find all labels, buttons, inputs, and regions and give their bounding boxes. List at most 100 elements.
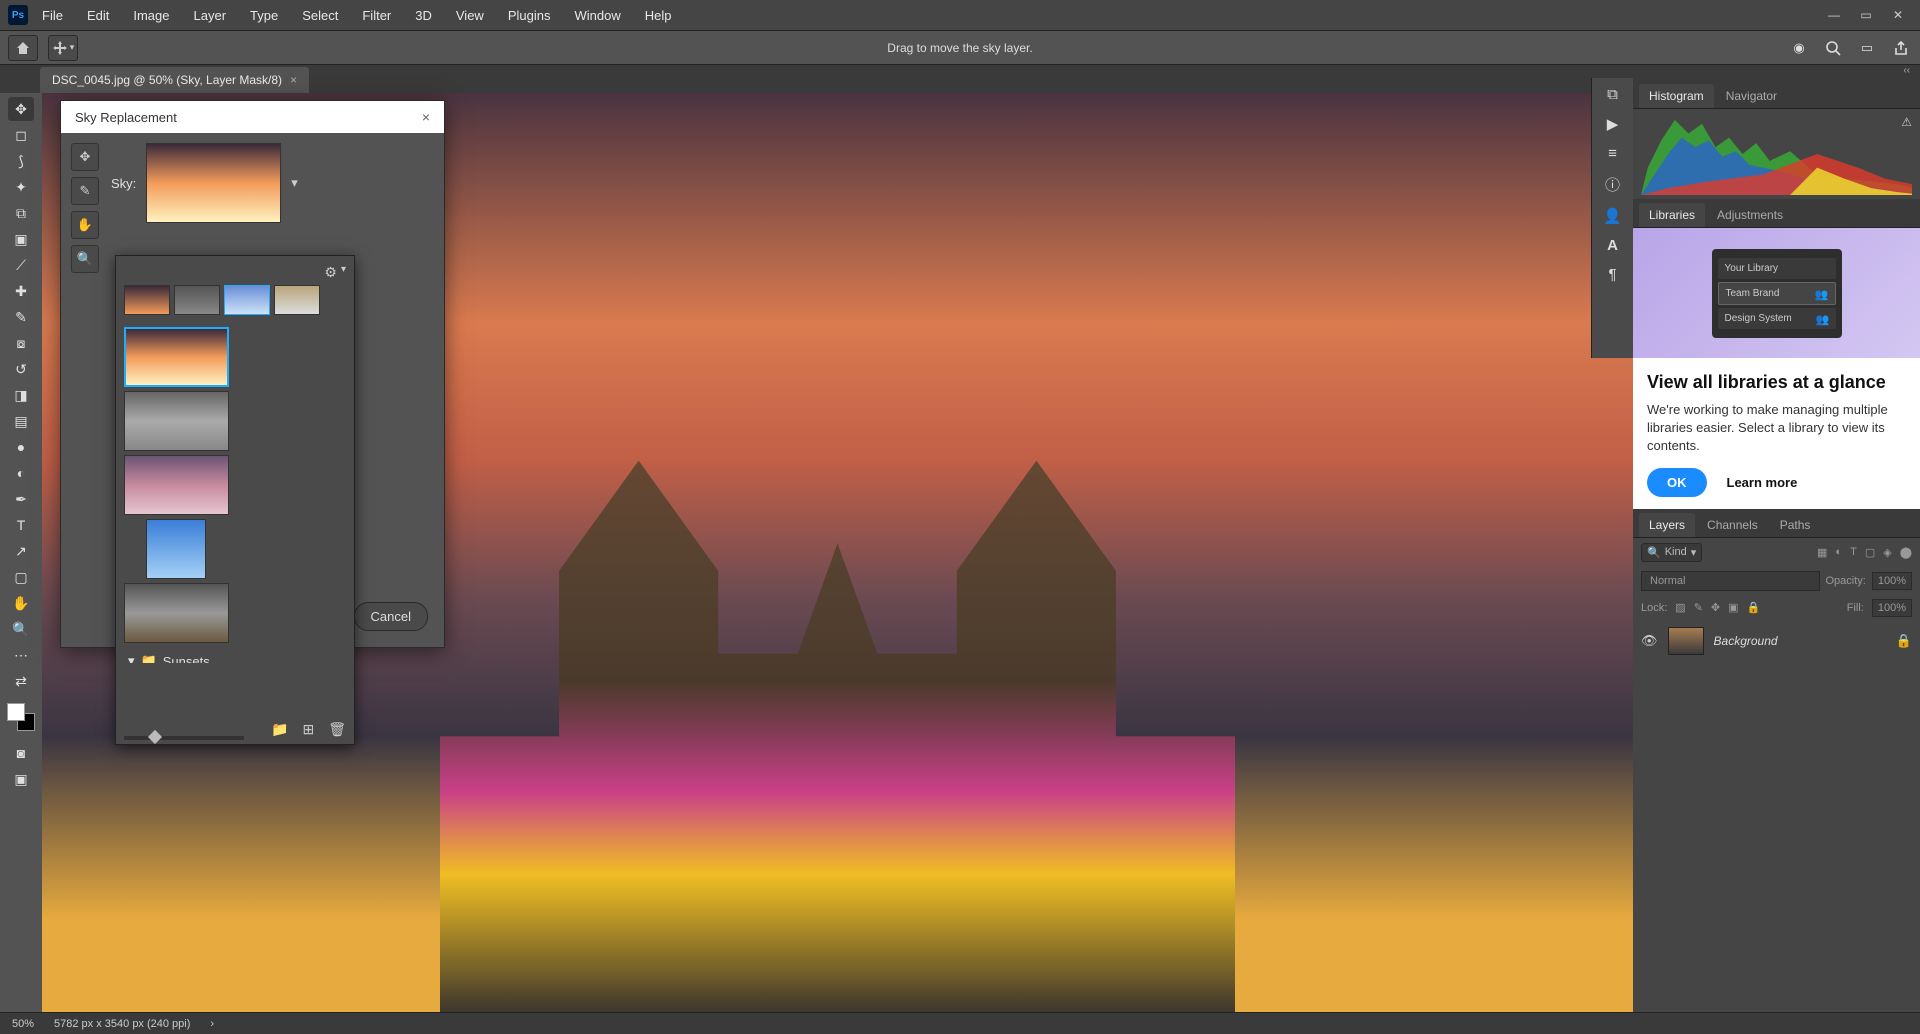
filter-pixel-icon[interactable]: ▦ [1817, 546, 1827, 559]
lock-position-icon[interactable]: ✥ [1711, 601, 1720, 614]
preset-item-5[interactable] [124, 583, 229, 643]
dodge-tool[interactable]: ◐ [8, 461, 34, 485]
dialog-brush-tool[interactable]: ✎ [71, 177, 99, 205]
cloud-profile-icon[interactable]: ◉ [1788, 37, 1810, 59]
sky-dropdown-toggle[interactable]: ▾ [291, 175, 305, 191]
path-tool[interactable]: ↗ [8, 539, 34, 563]
preset-item-3[interactable] [124, 455, 229, 515]
dialog-hand-tool[interactable]: ✋ [71, 211, 99, 239]
type-tool[interactable]: T [8, 513, 34, 537]
filter-shape-icon[interactable]: ▢ [1865, 546, 1875, 559]
tab-channels[interactable]: Channels [1697, 513, 1768, 537]
zoom-level[interactable]: 50% [12, 1018, 34, 1030]
preset-import-icon[interactable]: 📁 [271, 721, 288, 738]
menu-window[interactable]: Window [564, 4, 630, 27]
strip-icon-1[interactable]: ⧉ [1607, 86, 1618, 103]
recent-preset-2[interactable] [174, 285, 220, 315]
preset-item-4[interactable] [146, 519, 206, 579]
tab-navigator[interactable]: Navigator [1716, 84, 1787, 108]
menu-plugins[interactable]: Plugins [498, 4, 561, 27]
blend-mode-select[interactable]: Normal [1641, 571, 1820, 591]
opacity-value[interactable]: 100% [1872, 572, 1912, 590]
preset-item-1[interactable] [124, 327, 229, 387]
strip-icon-6[interactable]: A [1607, 237, 1618, 254]
dialog-titlebar[interactable]: Sky Replacement × [61, 101, 444, 133]
dialog-move-tool[interactable]: ✥ [71, 143, 99, 171]
healing-tool[interactable]: ✚ [8, 279, 34, 303]
menu-file[interactable]: File [32, 4, 73, 27]
home-button[interactable] [8, 35, 38, 61]
foreground-color[interactable] [7, 703, 25, 721]
menu-3d[interactable]: 3D [405, 4, 442, 27]
filter-type-icon[interactable]: T [1850, 546, 1857, 559]
layer-lock-icon[interactable]: 🔒 [1896, 633, 1912, 649]
tab-layers[interactable]: Layers [1639, 513, 1695, 537]
libraries-ok-button[interactable]: OK [1647, 468, 1707, 497]
cancel-button[interactable]: Cancel [354, 602, 428, 631]
status-chevron[interactable]: › [210, 1018, 214, 1030]
zoom-tool[interactable]: 🔍 [8, 617, 34, 641]
stamp-tool[interactable]: ⧇ [8, 331, 34, 355]
strip-icon-3[interactable]: ≡ [1608, 145, 1617, 162]
move-tool-option[interactable]: ▾ [48, 35, 78, 61]
lock-all-icon[interactable]: 🔒 [1747, 601, 1761, 614]
window-close[interactable]: ✕ [1884, 5, 1912, 25]
strip-icon-2[interactable]: ▶ [1607, 115, 1619, 133]
strip-icon-4[interactable]: ⓘ [1605, 174, 1620, 195]
preset-folder[interactable]: ▾ 📁 Sunsets [124, 647, 346, 663]
marquee-tool[interactable]: ◻ [8, 123, 34, 147]
gradient-tool[interactable]: ▤ [8, 409, 34, 433]
window-minimize[interactable]: — [1820, 5, 1848, 25]
preset-item-2[interactable] [124, 391, 229, 451]
menu-view[interactable]: View [446, 4, 494, 27]
document-tab[interactable]: DSC_0045.jpg @ 50% (Sky, Layer Mask/8) × [40, 67, 309, 93]
share-icon[interactable] [1890, 37, 1912, 59]
libraries-learn-link[interactable]: Learn more [1727, 475, 1798, 490]
workspace-icon[interactable]: ▭ [1856, 37, 1878, 59]
hand-tool[interactable]: ✋ [8, 591, 34, 615]
recent-preset-1[interactable] [124, 285, 170, 315]
layer-name[interactable]: Background [1714, 634, 1778, 648]
document-tab-close[interactable]: × [290, 73, 297, 87]
wand-tool[interactable]: ✦ [8, 175, 34, 199]
filter-adjust-icon[interactable]: ◐ [1835, 546, 1842, 559]
dialog-close[interactable]: × [422, 109, 430, 125]
tab-histogram[interactable]: Histogram [1639, 84, 1714, 108]
preset-new-icon[interactable]: ⊞ [302, 721, 314, 738]
filter-toggle[interactable]: ⬤ [1900, 546, 1912, 559]
menu-help[interactable]: Help [635, 4, 682, 27]
document-dimensions[interactable]: 5782 px x 3540 px (240 ppi) [54, 1018, 190, 1030]
menu-layer[interactable]: Layer [184, 4, 237, 27]
lock-artboard-icon[interactable]: ▣ [1728, 601, 1738, 614]
histogram-warning-icon[interactable]: ⚠ [1901, 115, 1912, 129]
lock-pixels-icon[interactable]: ✎ [1694, 601, 1703, 614]
search-icon[interactable] [1822, 37, 1844, 59]
eyedropper-tool[interactable]: ⟋ [8, 253, 34, 277]
color-swatch[interactable] [7, 703, 35, 731]
frame-tool[interactable]: ▣ [8, 227, 34, 251]
layer-visibility-icon[interactable]: 👁 [1641, 633, 1658, 649]
tab-paths[interactable]: Paths [1770, 513, 1821, 537]
menu-filter[interactable]: Filter [352, 4, 401, 27]
recent-preset-4[interactable] [274, 285, 320, 315]
pen-tool[interactable]: ✒ [8, 487, 34, 511]
fill-value[interactable]: 100% [1872, 599, 1912, 617]
layer-kind-filter[interactable]: 🔍 Kind ▾ [1641, 543, 1702, 562]
preset-list[interactable]: ▾ 📁 Sunsets [124, 323, 346, 663]
lock-trans-icon[interactable]: ▨ [1675, 601, 1685, 614]
shape-tool[interactable]: ▢ [8, 565, 34, 589]
tab-libraries[interactable]: Libraries [1639, 203, 1705, 227]
strip-icon-7[interactable]: ¶ [1608, 266, 1616, 283]
menu-image[interactable]: Image [123, 4, 179, 27]
preset-settings-icon[interactable]: ⚙ [324, 264, 337, 281]
dialog-zoom-tool[interactable]: 🔍 [71, 245, 99, 273]
more-tools[interactable]: ⋯ [8, 643, 34, 667]
history-brush-tool[interactable]: ↺ [8, 357, 34, 381]
edit-toolbar[interactable]: ⇄ [8, 669, 34, 693]
brush-tool[interactable]: ✎ [8, 305, 34, 329]
preset-delete-icon[interactable]: 🗑 [328, 721, 346, 738]
strip-icon-5[interactable]: 👤 [1603, 207, 1622, 225]
window-maximize[interactable]: ▭ [1852, 5, 1880, 25]
menu-type[interactable]: Type [240, 4, 288, 27]
crop-tool[interactable]: ⧉ [8, 201, 34, 225]
